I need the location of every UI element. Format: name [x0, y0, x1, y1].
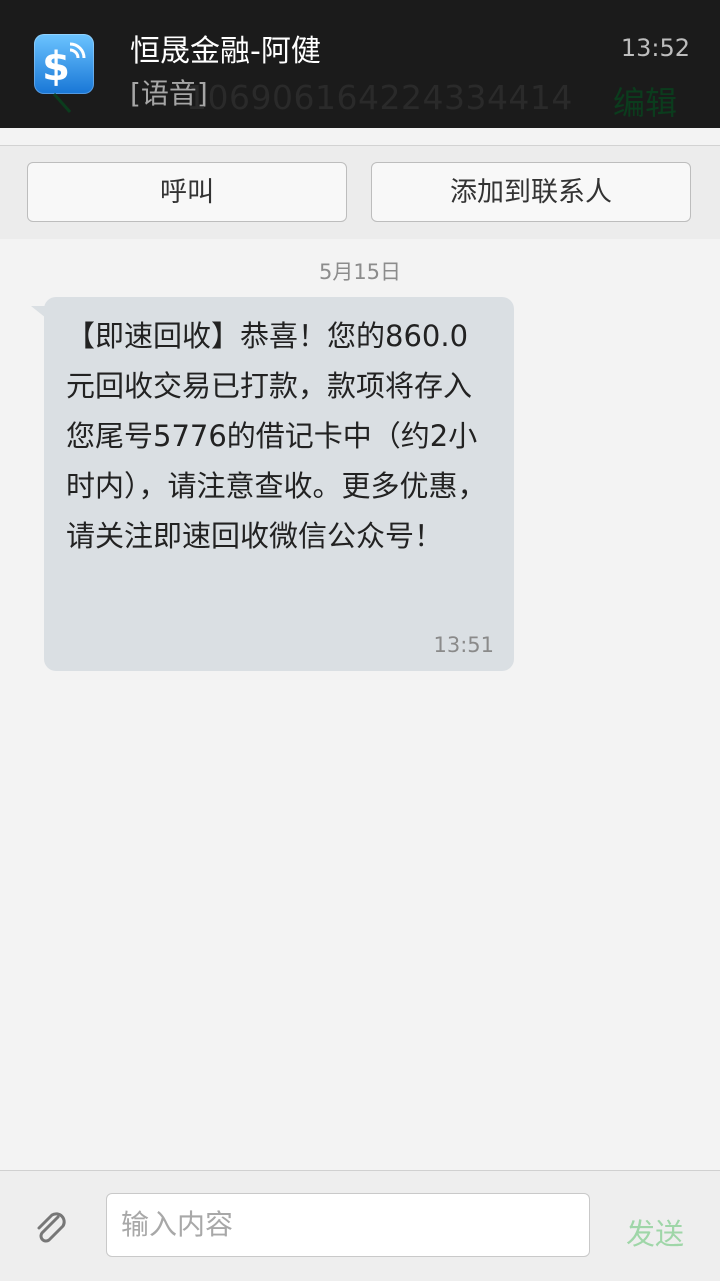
- message-date: 5月15日: [318, 260, 402, 284]
- call-button[interactable]: 呼叫: [27, 162, 347, 222]
- message-text: 【即速回收】恭喜！您的860.0元回收交易已打款，款项将存入您尾号5776的借记…: [66, 319, 487, 553]
- dollar-signal-icon: $: [34, 34, 94, 94]
- composer-bar: 输入内容 发送: [0, 1170, 720, 1281]
- add-to-contacts-button[interactable]: 添加到联系人: [371, 162, 691, 222]
- notification-time: 13:52: [620, 34, 690, 62]
- message-time: 13:51: [433, 633, 494, 657]
- send-button[interactable]: 发送: [626, 1211, 684, 1253]
- message-input[interactable]: 输入内容: [106, 1193, 590, 1257]
- contact-action-bar: 呼叫 添加到联系人: [0, 145, 720, 239]
- notification-title: 恒晟金融-阿健: [130, 34, 321, 69]
- back-arrow-icon[interactable]: [50, 90, 78, 122]
- message-bubble[interactable]: 【即速回收】恭喜！您的860.0元回收交易已打款，款项将存入您尾号5776的借记…: [44, 297, 514, 671]
- edit-button[interactable]: 编辑: [613, 78, 677, 124]
- svg-text:$: $: [42, 44, 70, 90]
- sender-number: 106906164224334414: [186, 78, 573, 117]
- paperclip-icon[interactable]: [32, 1209, 72, 1253]
